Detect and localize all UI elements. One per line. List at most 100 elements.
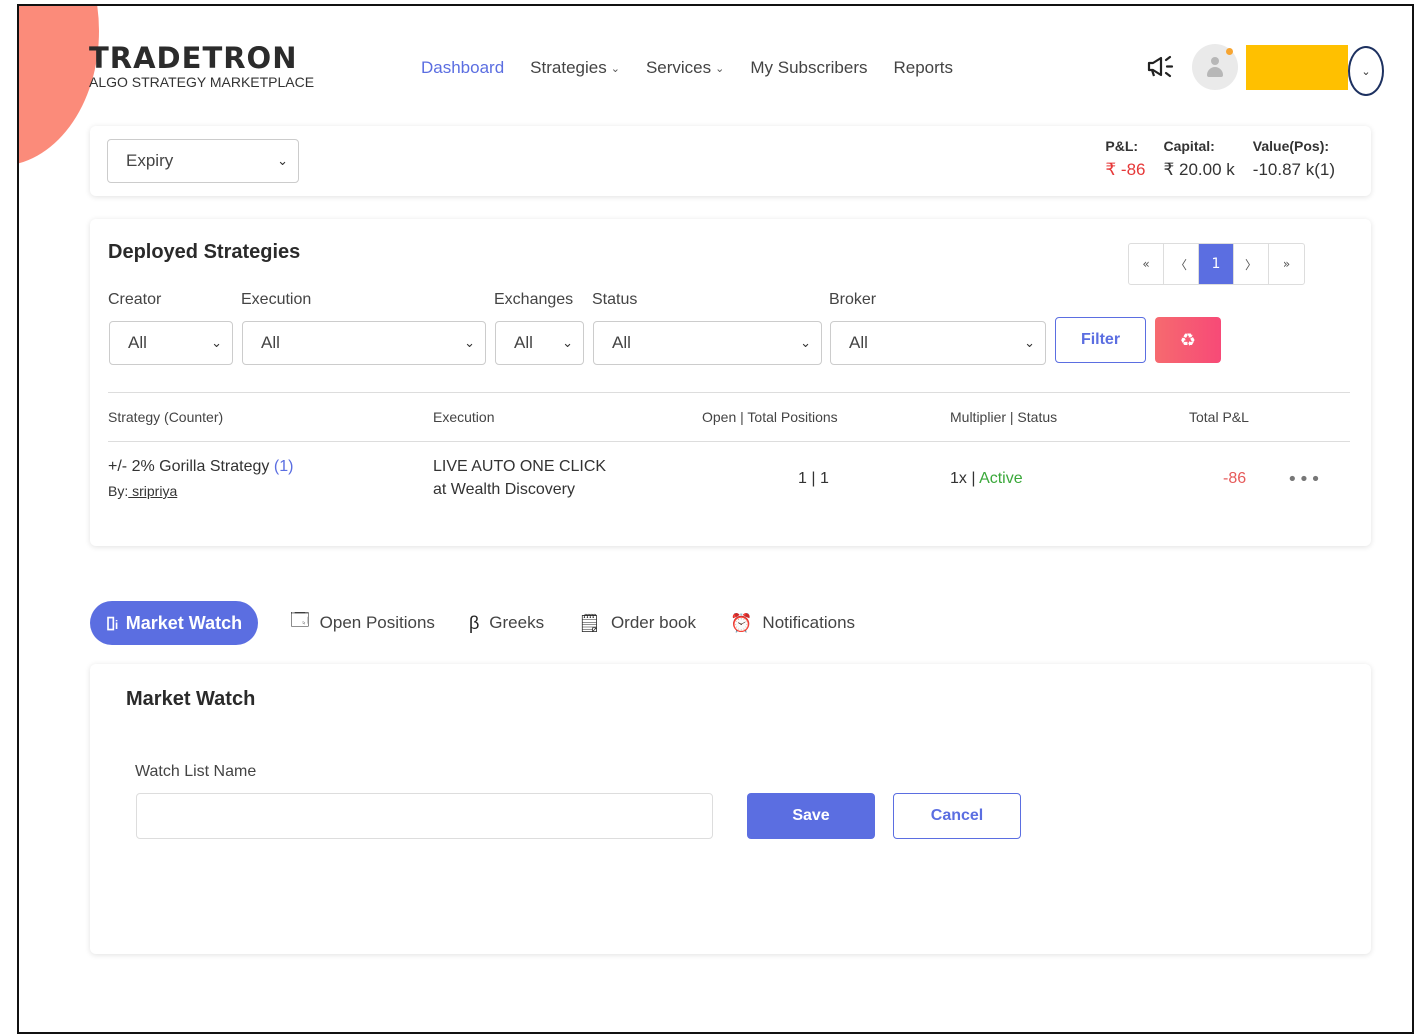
strategy-counter[interactable]: (1) (274, 458, 294, 475)
market-chart-icon: ▯ᵢ (106, 613, 118, 632)
chevron-down-icon: ⌄ (562, 335, 573, 350)
creator-link[interactable]: sripriya (128, 483, 177, 499)
nav-my-subscribers[interactable]: My Subscribers (750, 58, 867, 78)
chevron-down-icon: ⌄ (1024, 335, 1035, 350)
col-execution[interactable]: Execution (433, 409, 494, 425)
execution-line-1: LIVE AUTO ONE CLICK (433, 458, 607, 475)
nav-services[interactable]: Services ⌄ (646, 58, 724, 78)
exchanges-label: Exchanges (494, 291, 574, 308)
exchanges-select-value: All (514, 333, 533, 352)
pnl-label: P&L: (1105, 138, 1139, 154)
broker-label: Broker (829, 291, 877, 308)
nav-strategies-label: Strategies (530, 58, 607, 77)
tab-order-book-label: Order book (610, 613, 696, 632)
status-select[interactable]: All ⌄ (593, 321, 822, 365)
decorative-blob (19, 6, 99, 166)
watchlist-name-label: Watch List Name (135, 763, 257, 780)
market-watch-title: Market Watch (126, 688, 256, 710)
order-book-icon: 🗒 (578, 612, 601, 633)
positions-value: 1 | 1 (798, 470, 829, 487)
chevron-down-icon: ⌄ (277, 153, 288, 168)
nav-reports[interactable]: Reports (893, 58, 953, 78)
page-current-button[interactable]: 1 (1199, 244, 1234, 284)
multiplier-value: 1x | (950, 470, 976, 487)
nav-services-label: Services (645, 58, 712, 77)
nav-strategies[interactable]: Strategies ⌄ (530, 58, 620, 78)
status-badge: Active (979, 470, 1023, 487)
app-frame: TRADETRON ALGO STRATEGY MARKETPLACE Dash… (17, 4, 1414, 1034)
value-value: -10.87 k(1) (1252, 160, 1335, 179)
strategy-name-cell[interactable]: +/- 2% Gorilla Strategy (1) (108, 458, 293, 476)
tab-open-positions[interactable]: 🗔 Open Positions (290, 608, 435, 638)
pnl-value: ₹ -86 (1105, 160, 1146, 179)
page-prev-button[interactable]: 〈 (1164, 244, 1199, 284)
capital-label: Capital: (1163, 138, 1215, 154)
user-icon (1207, 57, 1223, 77)
status-label: Status (592, 291, 638, 308)
tab-open-positions-label: Open Positions (319, 613, 435, 632)
nav-reports-label: Reports (893, 58, 954, 77)
megaphone-icon[interactable] (1144, 52, 1178, 82)
execution-line-2: at Wealth Discovery (433, 481, 575, 498)
reset-filter-button[interactable]: ♻ (1155, 317, 1221, 363)
user-avatar[interactable] (1192, 44, 1238, 90)
broker-select[interactable]: All ⌄ (830, 321, 1046, 365)
user-menu-toggle[interactable]: ⌄ (1348, 46, 1384, 96)
chevron-down-icon: ⌄ (800, 335, 811, 350)
multiplier-status-cell: 1x | Active (950, 470, 1023, 488)
col-total-pnl[interactable]: Total P&L (1189, 409, 1249, 425)
exchanges-select[interactable]: All ⌄ (495, 321, 584, 365)
chevron-down-icon: ⌄ (610, 62, 620, 75)
strategy-name[interactable]: +/- 2% Gorilla Strategy (108, 458, 269, 475)
bottom-tabs: ▯ᵢ Market Watch 🗔 Open Positions β Greek… (90, 600, 889, 646)
value-stat: Value(Pos): -10.87 k(1) (1253, 138, 1335, 180)
row-pnl-value: -86 (1223, 470, 1247, 487)
nav-dashboard-label: Dashboard (421, 58, 505, 77)
by-label: By: (108, 483, 129, 499)
strategy-creator: By: sripriya (108, 483, 177, 499)
nav-subscribers-label: My Subscribers (750, 58, 868, 77)
tab-order-book[interactable]: 🗒 Order book (578, 613, 696, 634)
pnl-stat: P&L: ₹ -86 (1105, 138, 1145, 180)
tab-greeks[interactable]: β Greeks (469, 613, 544, 634)
page-first-button[interactable]: « (1129, 244, 1164, 284)
status-select-value: All (612, 333, 631, 352)
header-actions (1144, 44, 1348, 90)
tab-market-watch-label: Market Watch (125, 612, 243, 633)
cancel-button[interactable]: Cancel (893, 793, 1021, 839)
username-highlight[interactable] (1246, 44, 1348, 90)
chevron-down-icon: ⌄ (715, 62, 725, 75)
tab-notifications[interactable]: ⏰ Notifications (730, 613, 855, 634)
col-strategy[interactable]: Strategy (Counter) (108, 409, 223, 425)
broker-select-value: All (849, 333, 868, 352)
brand-logo[interactable]: TRADETRON ALGO STRATEGY MARKETPLACE (89, 42, 314, 90)
tab-market-watch[interactable]: ▯ᵢ Market Watch (90, 601, 259, 645)
market-watch-card: Market Watch Watch List Name Save Cancel (90, 664, 1371, 954)
account-stats: P&L: ₹ -86 Capital: ₹ 20.00 k Value(Pos)… (1105, 138, 1335, 180)
execution-select[interactable]: All ⌄ (242, 321, 486, 365)
save-button[interactable]: Save (747, 793, 875, 839)
page-next-button[interactable]: 〉 (1234, 244, 1269, 284)
alarm-icon: ⏰ (730, 612, 753, 633)
notification-dot (1226, 48, 1233, 55)
page-last-button[interactable]: » (1269, 244, 1304, 284)
main-nav: Dashboard Strategies ⌄ Services ⌄ My Subsc… (421, 58, 979, 78)
watchlist-name-input[interactable] (136, 793, 713, 839)
brand-name: TRADETRON (89, 41, 298, 75)
nav-dashboard[interactable]: Dashboard (421, 58, 504, 78)
col-multiplier-status[interactable]: Multiplier | Status (950, 409, 1057, 425)
divider (108, 392, 1350, 393)
expiry-select-value: Expiry (126, 151, 174, 170)
chevron-down-icon: ⌄ (211, 335, 222, 350)
chevron-down-icon: ⌄ (1361, 64, 1371, 78)
execution-select-value: All (261, 333, 280, 352)
summary-bar: Expiry ⌄ P&L: ₹ -86 Capital: ₹ 20.00 k V… (90, 126, 1371, 196)
chevron-down-icon: ⌄ (464, 335, 475, 350)
more-options-icon[interactable]: ••• (1287, 469, 1322, 490)
expiry-select[interactable]: Expiry ⌄ (107, 139, 299, 183)
capital-stat: Capital: ₹ 20.00 k (1163, 138, 1234, 180)
filter-button[interactable]: Filter (1055, 317, 1146, 363)
creator-select[interactable]: All ⌄ (109, 321, 233, 365)
col-positions[interactable]: Open | Total Positions (702, 409, 838, 425)
tab-notifications-label: Notifications (762, 613, 856, 632)
